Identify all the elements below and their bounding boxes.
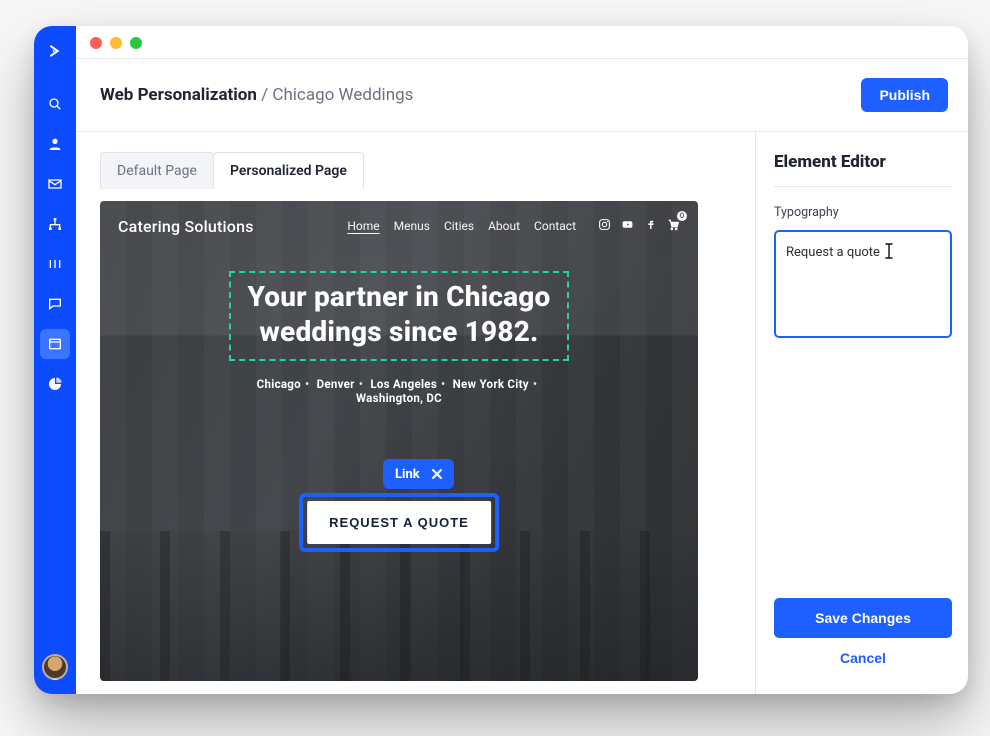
- cart-count-badge: 0: [677, 211, 687, 221]
- app-window: Web Personalization / Chicago Weddings P…: [34, 26, 968, 694]
- workspace: Default Page Personalized Page Catering …: [76, 132, 968, 694]
- app-logo-icon: [44, 40, 66, 62]
- publish-button[interactable]: Publish: [861, 78, 948, 112]
- panel-separator: [774, 186, 952, 187]
- site-nav-home[interactable]: Home: [347, 219, 379, 233]
- tab-personalized-page[interactable]: Personalized Page: [213, 152, 364, 189]
- site-nav-about[interactable]: About: [488, 219, 520, 233]
- window-zoom-dot[interactable]: [130, 37, 142, 49]
- hero-cities: Chicago• Denver• Los Angeles• New York C…: [100, 377, 698, 405]
- page-tabs: Default Page Personalized Page: [100, 152, 739, 189]
- nav-deals[interactable]: [34, 244, 76, 284]
- typography-input[interactable]: [774, 230, 952, 338]
- nav-contacts[interactable]: [34, 124, 76, 164]
- side-nav: [34, 26, 76, 694]
- user-avatar[interactable]: [42, 654, 68, 680]
- cart-icon[interactable]: 0: [667, 218, 680, 234]
- element-toolbar[interactable]: Link: [383, 459, 454, 489]
- site-preview[interactable]: Catering Solutions Home Menus Cities Abo…: [100, 201, 698, 681]
- site-topbar: Catering Solutions Home Menus Cities Abo…: [100, 201, 698, 251]
- nav-search[interactable]: [34, 84, 76, 124]
- toolbar-close-icon[interactable]: [428, 465, 446, 483]
- hero-headline: Your partner in Chicago weddings since 1…: [247, 279, 550, 349]
- typography-label: Typography: [774, 205, 952, 220]
- nav-automations[interactable]: [34, 204, 76, 244]
- breadcrumb: Web Personalization / Chicago Weddings: [100, 85, 413, 105]
- site-brand: Catering Solutions: [118, 217, 254, 236]
- canvas-column: Default Page Personalized Page Catering …: [76, 132, 756, 694]
- hero: Your partner in Chicago weddings since 1…: [100, 271, 698, 405]
- element-editor-panel: Element Editor Typography Request a quot…: [756, 132, 968, 694]
- site-nav-contact[interactable]: Contact: [534, 219, 576, 233]
- site-nav-cities[interactable]: Cities: [444, 219, 474, 233]
- breadcrumb-section: Web Personalization: [100, 85, 257, 105]
- facebook-icon[interactable]: [644, 218, 657, 234]
- youtube-icon[interactable]: [621, 218, 634, 234]
- save-changes-button[interactable]: Save Changes: [774, 598, 952, 638]
- nav-mail[interactable]: [34, 164, 76, 204]
- tab-default-page[interactable]: Default Page: [100, 152, 214, 189]
- instagram-icon[interactable]: [598, 218, 611, 234]
- site-nav-menus[interactable]: Menus: [394, 219, 430, 233]
- cancel-button[interactable]: Cancel: [774, 638, 952, 678]
- cta-selection[interactable]: REQUEST A QUOTE: [299, 493, 499, 552]
- site-nav: Home Menus Cities About Contact: [347, 218, 680, 234]
- panel-title: Element Editor: [774, 152, 952, 172]
- cta-button[interactable]: REQUEST A QUOTE: [307, 501, 491, 544]
- nav-reports[interactable]: [34, 364, 76, 404]
- page-header: Web Personalization / Chicago Weddings P…: [76, 58, 968, 132]
- toolbar-link-label[interactable]: Link: [395, 467, 420, 482]
- breadcrumb-page: Chicago Weddings: [272, 85, 413, 105]
- selected-element-outline[interactable]: Your partner in Chicago weddings since 1…: [229, 271, 568, 361]
- window-close-dot[interactable]: [90, 37, 102, 49]
- nav-site[interactable]: [40, 329, 70, 359]
- window-minimize-dot[interactable]: [110, 37, 122, 49]
- nav-conversations[interactable]: [34, 284, 76, 324]
